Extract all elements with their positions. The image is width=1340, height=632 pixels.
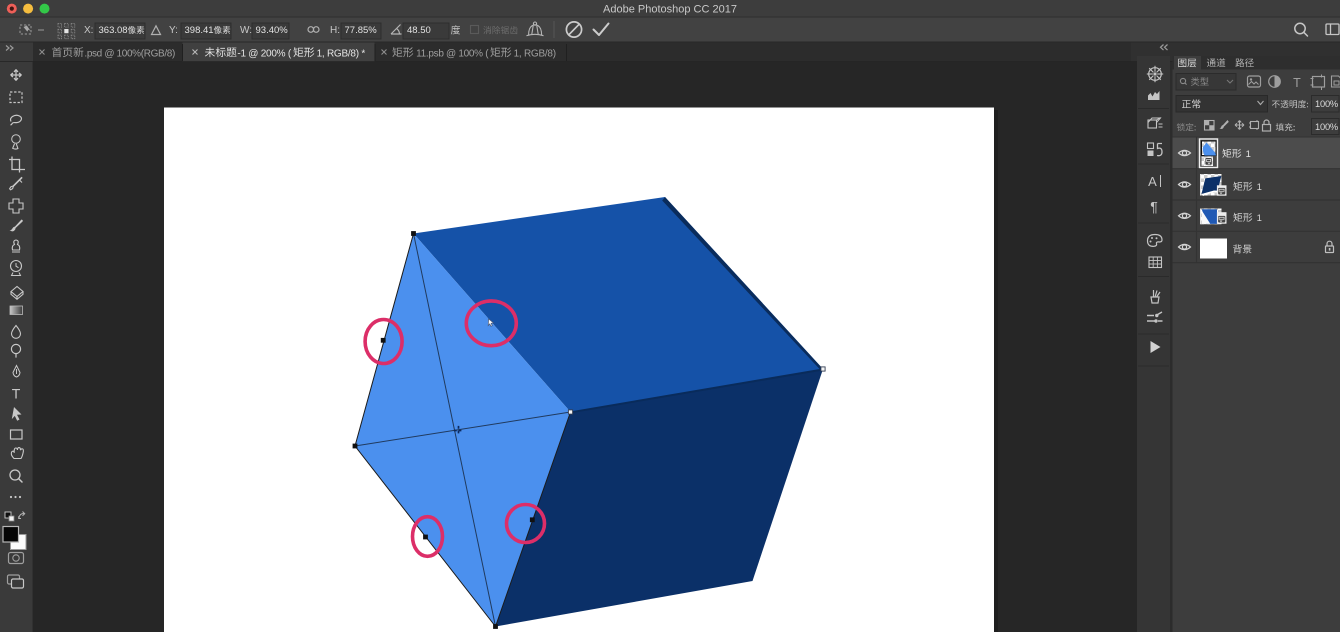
svg-text:11.psb @ 100% (: 11.psb @ 100% ( <box>416 48 489 59</box>
svg-text:100%: 100% <box>1315 122 1338 132</box>
svg-text:1: 1 <box>1257 213 1262 224</box>
svg-text:1: 1 <box>1246 149 1251 160</box>
svg-text:T: T <box>1293 76 1301 90</box>
svg-text:X:: X: <box>84 25 93 36</box>
svg-text:-1 @ 200% (: -1 @ 200% ( <box>237 48 291 59</box>
svg-text:1, RGB/8): 1, RGB/8) <box>514 48 556 59</box>
svg-text:.psd @ 100%(RGB/8): .psd @ 100%(RGB/8) <box>84 48 175 59</box>
svg-text:H:: H: <box>330 25 340 36</box>
svg-text:363.08: 363.08 <box>99 25 128 36</box>
svg-text:W:: W: <box>240 25 252 36</box>
svg-text:Y:: Y: <box>169 25 178 36</box>
svg-text:1: 1 <box>1257 182 1262 193</box>
svg-text:T: T <box>12 386 21 402</box>
svg-text:398.41: 398.41 <box>185 25 214 36</box>
svg-text:¶: ¶ <box>1150 199 1158 215</box>
svg-text:100%: 100% <box>1315 99 1338 109</box>
svg-text:A: A <box>1148 174 1157 189</box>
svg-text:93.40%: 93.40% <box>256 25 289 36</box>
svg-text:77.85%: 77.85% <box>345 25 378 36</box>
svg-text:48.50: 48.50 <box>407 25 431 36</box>
svg-text:Adobe Photoshop CC 2017: Adobe Photoshop CC 2017 <box>603 3 737 15</box>
svg-text:1, RGB/8) *: 1, RGB/8) * <box>317 48 366 59</box>
